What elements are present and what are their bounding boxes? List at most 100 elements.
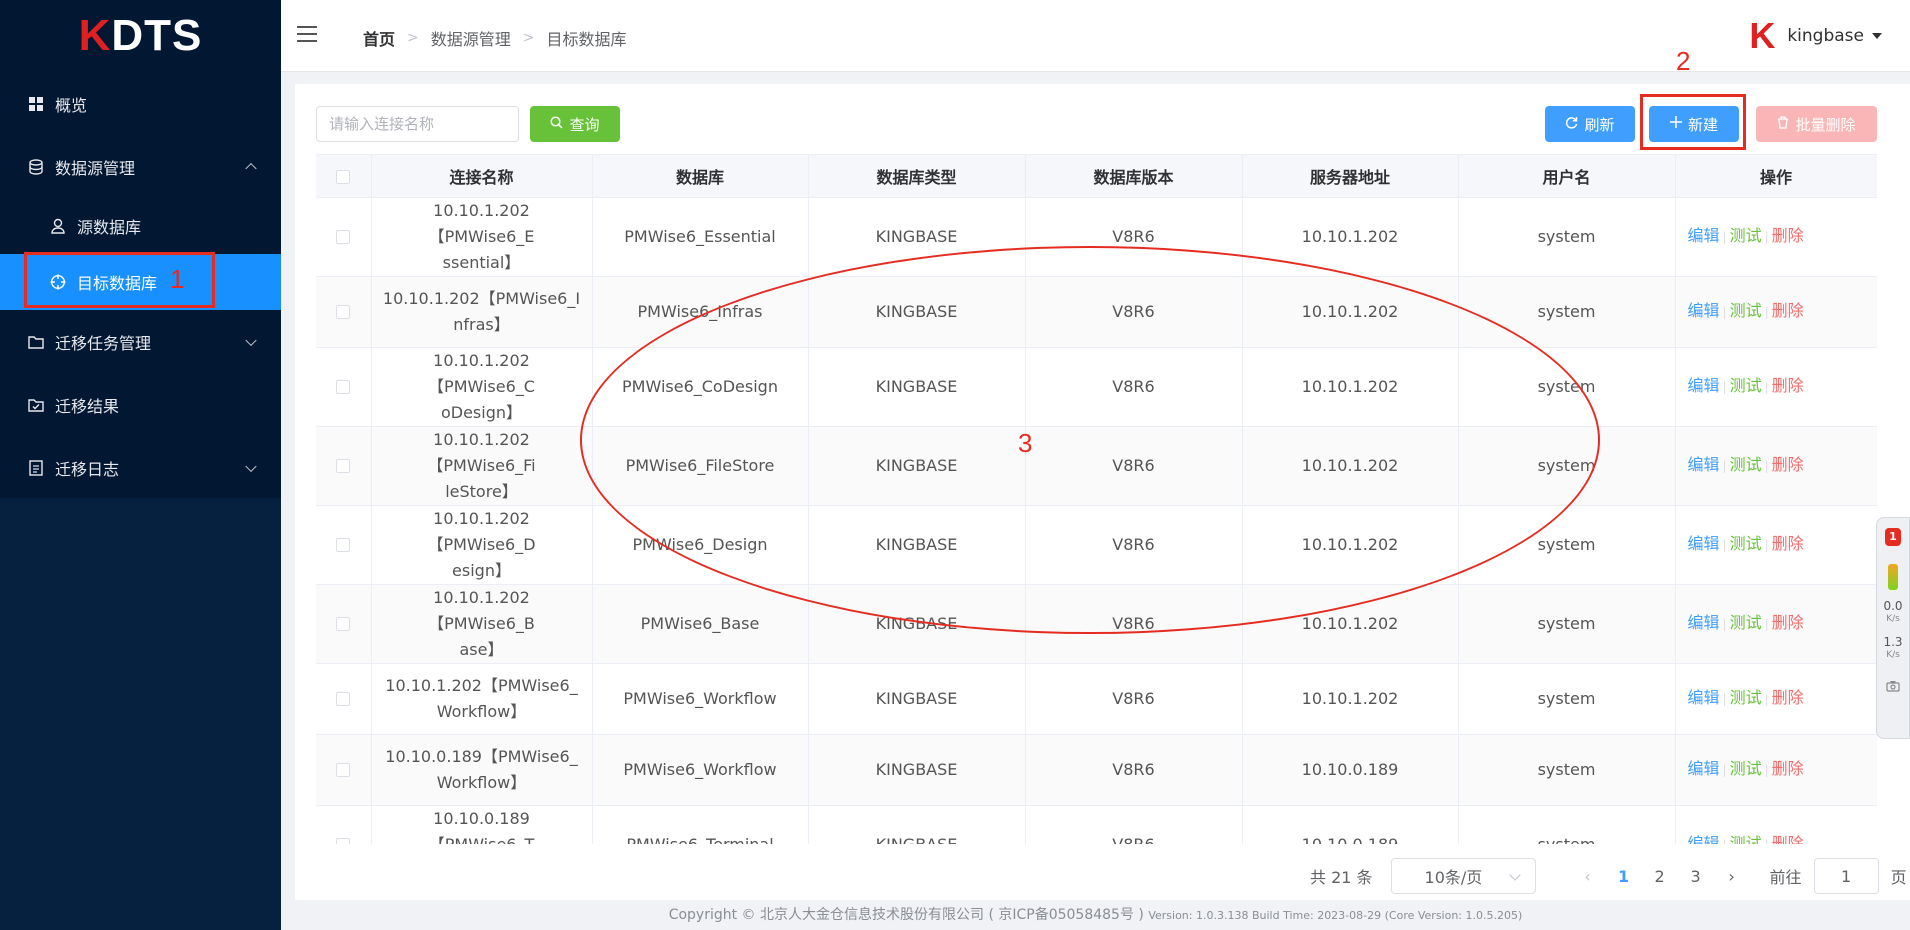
edit-link[interactable]: 编辑 — [1688, 301, 1720, 320]
camera-icon[interactable] — [1877, 680, 1909, 696]
folder-check-icon — [27, 396, 45, 414]
annotation-label-2: 2 — [1676, 46, 1691, 76]
row-checkbox[interactable] — [336, 380, 351, 394]
cell-db-type: KINGBASE — [808, 505, 1026, 585]
table-row: 10.10.1.202【PMWise6_E ssential】 PMWise6_Es… — [316, 197, 1877, 277]
test-link[interactable]: 测试 — [1730, 376, 1762, 395]
caret-down-icon — [1872, 33, 1882, 39]
cell-connection-name: 10.10.1.202【PMWise6_Fi leStore】 — [371, 426, 593, 506]
edit-link[interactable]: 编辑 — [1688, 534, 1720, 553]
test-link[interactable]: 测试 — [1730, 226, 1762, 245]
delete-link[interactable]: 删除 — [1772, 613, 1804, 632]
test-link[interactable]: 测试 — [1730, 613, 1762, 632]
user-menu[interactable]: K kingbase — [1749, 18, 1882, 54]
edit-link[interactable]: 编辑 — [1688, 759, 1720, 778]
network-monitor-widget[interactable]: 1 0.0 K/s 1.3 K/s — [1876, 517, 1910, 739]
page-suffix: 页 — [1890, 868, 1907, 887]
menu-migration-tasks-label: 迁移任务管理 — [55, 333, 152, 353]
column-header[interactable]: 数据库版本 — [1025, 155, 1243, 198]
menu-migration-results[interactable]: 迁移结果 — [0, 373, 281, 436]
table-header-row: 连接名称 数据库 数据库类型 数据库版本 服务器地址 用户名 操作 — [316, 155, 1877, 198]
cell-database: PMWise6_Base — [592, 584, 809, 664]
cell-username: system — [1458, 276, 1676, 348]
row-checkbox[interactable] — [336, 305, 351, 319]
breadcrumb-home[interactable]: 首页 — [363, 26, 395, 50]
cell-username: system — [1458, 584, 1676, 664]
upload-speed: 0.0 K/s — [1877, 600, 1909, 626]
page-2-button[interactable]: 2 — [1642, 867, 1678, 886]
edit-link[interactable]: 编辑 — [1688, 688, 1720, 707]
query-button-label: 查询 — [569, 115, 600, 134]
prev-page-button[interactable]: ‹ — [1570, 867, 1606, 886]
table-row: 10.10.1.202【PMWise6_C oDesign】 PMWise6_CoD… — [316, 347, 1877, 427]
column-header[interactable]: 服务器地址 — [1242, 155, 1459, 198]
batch-delete-button[interactable]: 批量删除 — [1756, 106, 1877, 142]
connection-name-line: 10.10.0.189【PMWise6_ — [385, 746, 578, 766]
action-separator: | — [1722, 459, 1727, 473]
cell-db-version: V8R6 — [1025, 197, 1243, 277]
test-link[interactable]: 测试 — [1730, 455, 1762, 474]
column-header[interactable]: 数据库 — [592, 155, 809, 198]
delete-link[interactable]: 删除 — [1772, 301, 1804, 320]
menu-migration-tasks[interactable]: 迁移任务管理 — [0, 310, 281, 373]
cell-server-address: 10.10.0.189 — [1242, 734, 1459, 806]
column-header[interactable]: 用户名 — [1458, 155, 1676, 198]
cell-actions: 编辑|测试|删除 — [1675, 276, 1877, 348]
edit-link[interactable]: 编辑 — [1688, 455, 1720, 474]
menu-target-db[interactable]: 目标数据库 — [0, 254, 281, 310]
row-checkbox[interactable] — [336, 838, 351, 844]
delete-link[interactable]: 删除 — [1772, 376, 1804, 395]
breadcrumb-datasource[interactable]: 数据源管理 — [431, 26, 511, 50]
breadcrumb: 首页 > 数据源管理 > 目标数据库 — [363, 26, 627, 50]
cell-db-version: V8R6 — [1025, 734, 1243, 806]
delete-link[interactable]: 删除 — [1772, 534, 1804, 553]
menu-overview[interactable]: 概览 — [0, 72, 281, 135]
edit-link[interactable]: 编辑 — [1688, 226, 1720, 245]
test-link[interactable]: 测试 — [1730, 688, 1762, 707]
delete-link[interactable]: 删除 — [1772, 455, 1804, 474]
edit-link[interactable]: 编辑 — [1688, 613, 1720, 632]
page-3-button[interactable]: 3 — [1678, 867, 1714, 886]
next-page-button[interactable]: › — [1714, 867, 1750, 886]
edit-link[interactable]: 编辑 — [1688, 834, 1720, 844]
page-1-button[interactable]: 1 — [1606, 867, 1642, 886]
test-link[interactable]: 测试 — [1730, 534, 1762, 553]
action-separator: | — [1764, 538, 1769, 552]
delete-link[interactable]: 删除 — [1772, 688, 1804, 707]
test-link[interactable]: 测试 — [1730, 834, 1762, 844]
page-size-select[interactable]: 10条/页 — [1390, 858, 1536, 894]
search-input[interactable] — [316, 106, 519, 142]
row-select-cell — [316, 584, 372, 664]
menu-toggle-icon[interactable] — [297, 26, 317, 42]
test-link[interactable]: 测试 — [1730, 301, 1762, 320]
cell-db-type: KINGBASE — [808, 663, 1026, 735]
delete-link[interactable]: 删除 — [1772, 759, 1804, 778]
goto-label: 前往 — [1769, 868, 1802, 887]
menu-source-db[interactable]: 源数据库 — [0, 198, 281, 254]
target-icon — [49, 273, 67, 291]
row-checkbox[interactable] — [336, 230, 351, 244]
row-checkbox[interactable] — [336, 692, 351, 706]
refresh-button[interactable]: 刷新 — [1545, 106, 1635, 142]
row-checkbox[interactable] — [336, 763, 351, 777]
select-all-checkbox[interactable] — [336, 169, 351, 184]
cell-server-address: 10.10.1.202 — [1242, 663, 1459, 735]
column-header[interactable]: 数据库类型 — [808, 155, 1026, 198]
menu-datasource[interactable]: 数据源管理 — [0, 135, 281, 198]
cell-actions: 编辑|测试|删除 — [1675, 426, 1877, 506]
delete-link[interactable]: 删除 — [1772, 226, 1804, 245]
menu-migration-logs[interactable]: 迁移日志 — [0, 436, 281, 499]
column-header[interactable]: 连接名称 — [371, 155, 593, 198]
test-link[interactable]: 测试 — [1730, 759, 1762, 778]
cell-actions: 编辑|测试|删除 — [1675, 734, 1877, 806]
goto-page-input[interactable] — [1813, 858, 1879, 894]
new-button[interactable]: 新建 — [1649, 106, 1739, 142]
row-checkbox[interactable] — [336, 459, 351, 473]
row-checkbox[interactable] — [336, 617, 351, 631]
connection-name-line: 10.10.1.202【PMWise6_E — [428, 200, 535, 246]
row-checkbox[interactable] — [336, 538, 351, 552]
query-button[interactable]: 查询 — [530, 106, 620, 142]
delete-link[interactable]: 删除 — [1772, 834, 1804, 844]
column-header: 操作 — [1675, 155, 1877, 198]
edit-link[interactable]: 编辑 — [1688, 376, 1720, 395]
